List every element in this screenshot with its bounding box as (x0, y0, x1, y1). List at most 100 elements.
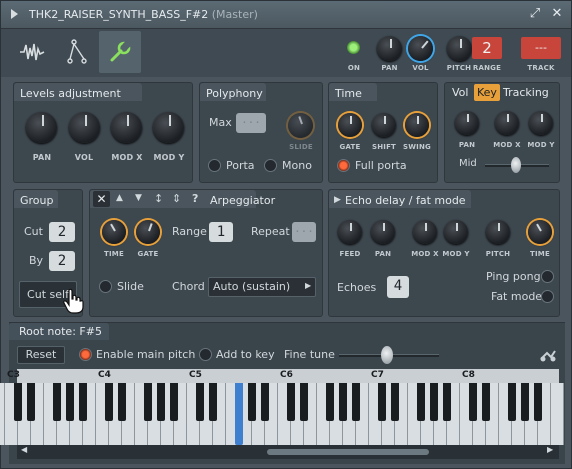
plugin-tab[interactable] (11, 31, 53, 73)
black-key[interactable] (66, 383, 74, 421)
add-to-key-radio[interactable] (199, 348, 212, 361)
black-key[interactable] (326, 383, 334, 421)
black-key[interactable] (144, 383, 152, 421)
ping-pong-radio[interactable] (541, 270, 554, 283)
fine-tune-handle[interactable] (381, 346, 393, 364)
wrench-icon (110, 41, 131, 62)
black-key[interactable] (105, 383, 113, 421)
black-key[interactable] (469, 383, 477, 421)
menu-arrow-icon[interactable] (11, 9, 18, 19)
echo-collapse-arrow-icon[interactable]: ▶ (334, 195, 341, 205)
swing-knob[interactable] (405, 113, 429, 137)
black-key[interactable] (209, 383, 217, 421)
black-key[interactable] (521, 383, 529, 421)
black-key[interactable] (118, 383, 126, 421)
black-key[interactable] (157, 383, 165, 421)
black-key[interactable] (417, 383, 425, 421)
black-key[interactable] (170, 383, 178, 421)
full-porta-radio[interactable] (337, 159, 350, 172)
title-bar[interactable]: THK2_RAISER_SYNTH_BASS_F#2 (Master) ⤢ ✕ (1, 1, 571, 29)
arp-sticky-icon[interactable]: ⇕ (172, 192, 181, 205)
echo-modx-knob[interactable] (413, 220, 437, 244)
mid-slider-handle[interactable] (511, 157, 521, 173)
arp-gate-knob[interactable] (136, 220, 160, 244)
slide-knob[interactable] (288, 113, 313, 138)
black-key[interactable] (79, 383, 87, 421)
unlink-icon[interactable] (539, 347, 557, 363)
black-key[interactable] (482, 383, 490, 421)
mono-radio[interactable] (264, 159, 277, 172)
tab-key[interactable]: Key (477, 86, 497, 99)
arp-updown-icon[interactable]: ↕ (154, 192, 163, 205)
levels-vol-knob[interactable] (69, 112, 100, 143)
close-icon[interactable]: ✕ (549, 6, 565, 21)
fat-mode-radio[interactable] (541, 290, 554, 303)
header-pan-knob[interactable] (377, 36, 402, 61)
envelope-tab[interactable] (55, 31, 97, 73)
echo-pan-knob[interactable] (371, 220, 395, 244)
black-key[interactable] (391, 383, 399, 421)
levels-pan-label: PAN (32, 153, 52, 162)
chord-dropdown[interactable]: Auto (sustain) ▶ (208, 277, 316, 297)
black-key[interactable] (378, 383, 386, 421)
echo-pitch-knob[interactable] (486, 220, 510, 244)
black-key[interactable] (261, 383, 269, 421)
root-note-key[interactable] (235, 383, 243, 445)
header-pitch-knob[interactable] (447, 36, 472, 61)
echoes-spinner[interactable]: 4 (387, 276, 409, 298)
kt-mody-knob[interactable] (529, 111, 553, 135)
arp-random-icon[interactable]: ? (192, 192, 198, 205)
keyboard-scroll-thumb[interactable] (267, 449, 429, 455)
kt-modx-knob[interactable] (495, 111, 519, 135)
track-value[interactable]: --- (521, 37, 561, 59)
levels-pan-knob[interactable] (26, 112, 57, 143)
arp-slide-radio[interactable] (99, 280, 112, 293)
gate-knob[interactable] (338, 113, 362, 137)
arp-off-icon[interactable]: ✕ (93, 191, 110, 207)
black-key[interactable] (248, 383, 256, 421)
tab-tracking[interactable]: Tracking (503, 86, 549, 99)
white-key[interactable] (551, 383, 564, 445)
echo-time-knob[interactable] (528, 220, 552, 244)
black-key[interactable] (534, 383, 542, 421)
enable-main-pitch-radio[interactable] (79, 348, 92, 361)
on-led[interactable] (347, 41, 360, 54)
arp-time-knob[interactable] (102, 220, 126, 244)
arp-repeat-spinner[interactable]: ··· (292, 222, 316, 242)
max-voices-spinner[interactable]: ··· (236, 113, 266, 133)
black-key[interactable] (339, 383, 347, 421)
scroll-right-icon[interactable]: ▶ (547, 445, 553, 454)
tab-vol[interactable]: Vol (452, 86, 468, 99)
shift-knob[interactable] (372, 113, 396, 137)
arp-range-spinner[interactable]: 1 (209, 222, 233, 242)
levels-modx-knob[interactable] (111, 112, 142, 143)
detach-icon[interactable]: ⤢ (527, 6, 543, 21)
by-spinner[interactable]: 2 (49, 251, 75, 271)
black-key[interactable] (287, 383, 295, 421)
reset-button[interactable]: Reset (17, 346, 65, 364)
echo-feed-knob[interactable] (338, 220, 362, 244)
porta-radio[interactable] (208, 159, 221, 172)
range-value[interactable]: 2 (472, 37, 502, 59)
scroll-left-icon[interactable]: ◀ (21, 445, 27, 454)
black-key[interactable] (430, 383, 438, 421)
echo-mody-knob[interactable] (444, 220, 468, 244)
black-key[interactable] (300, 383, 308, 421)
black-key[interactable] (352, 383, 360, 421)
black-key[interactable] (14, 383, 22, 421)
black-key[interactable] (443, 383, 451, 421)
arp-down-icon[interactable]: ▼ (135, 193, 142, 203)
arp-up-icon[interactable]: ▲ (116, 193, 123, 203)
black-key[interactable] (53, 383, 61, 421)
header-vol-knob[interactable] (408, 36, 433, 61)
misc-tab[interactable] (99, 31, 141, 73)
kt-pan-knob[interactable] (455, 111, 479, 135)
black-key[interactable] (196, 383, 204, 421)
black-key[interactable] (508, 383, 516, 421)
cut-spinner[interactable]: 2 (49, 222, 75, 242)
piano-keyboard[interactable]: C3 C4 C5 C6 C7 C8 (0, 369, 564, 445)
keyboard-scrollbar[interactable]: ◀ ▶ (17, 445, 559, 459)
black-key[interactable] (27, 383, 35, 421)
polyphony-title: Polyphony (206, 87, 263, 100)
levels-mody-knob[interactable] (153, 112, 184, 143)
